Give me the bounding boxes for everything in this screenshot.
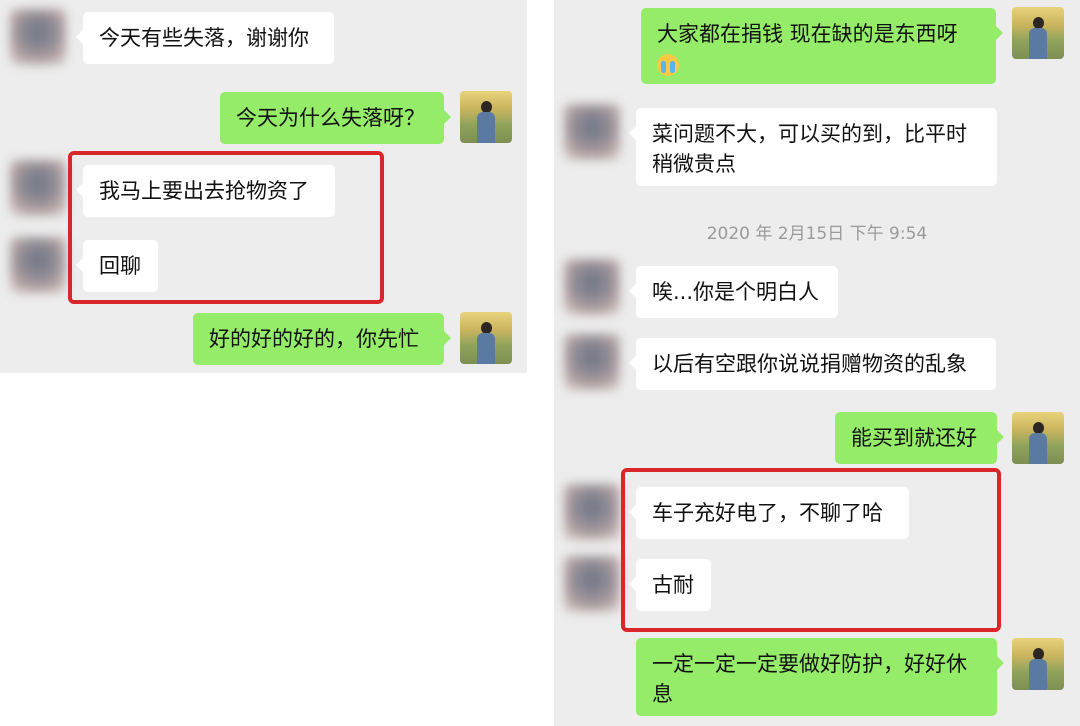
message-text: 今天有些失落，谢谢你: [99, 26, 309, 50]
contact-avatar[interactable]: [10, 160, 66, 216]
contact-avatar[interactable]: [564, 556, 620, 612]
message-text: 一定一定一定要做好防护，好好休息: [652, 652, 967, 706]
contact-avatar[interactable]: [564, 259, 620, 315]
message-text: 今天为什么失落呀？: [236, 106, 425, 130]
message-text: 好的好的好的，你先忙: [209, 327, 419, 351]
left-chat-panel: 今天有些失落，谢谢你 今天为什么失落呀？ 我马上要出去抢物资了 回聊 好的好的好…: [0, 0, 527, 373]
self-avatar[interactable]: [460, 312, 512, 364]
chat-timestamp: 2020 年 2月15日 下午 9:54: [706, 224, 928, 244]
contact-avatar[interactable]: [10, 237, 66, 293]
self-avatar[interactable]: [1012, 412, 1064, 464]
incoming-message[interactable]: 以后有空跟你说说捐赠物资的乱象: [629, 338, 996, 390]
contact-avatar[interactable]: [564, 104, 620, 160]
self-avatar[interactable]: [460, 91, 512, 143]
contact-avatar[interactable]: [10, 9, 66, 65]
incoming-message[interactable]: 今天有些失落，谢谢你: [76, 12, 334, 64]
outgoing-message[interactable]: 大家都在捐钱 现在缺的是东西呀: [641, 8, 1003, 84]
message-text: 以后有空跟你说说捐赠物资的乱象: [652, 352, 967, 376]
highlight-box: [68, 151, 384, 304]
outgoing-message[interactable]: 一定一定一定要做好防护，好好休息: [636, 638, 1004, 716]
contact-avatar[interactable]: [564, 334, 620, 390]
incoming-message[interactable]: 菜问题不大，可以买的到，比平时稍微贵点: [629, 108, 997, 186]
outgoing-message[interactable]: 能买到就还好: [835, 412, 1004, 464]
outgoing-message[interactable]: 今天为什么失落呀？: [220, 92, 451, 144]
self-avatar[interactable]: [1012, 638, 1064, 690]
highlight-box: [621, 468, 1001, 632]
right-chat-panel: 大家都在捐钱 现在缺的是东西呀 菜问题不大，可以买的到，比平时稍微贵点 2020…: [554, 0, 1080, 726]
message-text: 大家都在捐钱 现在缺的是东西呀: [657, 22, 958, 46]
message-text: 唉...你是个明白人: [652, 280, 820, 304]
incoming-message[interactable]: 唉...你是个明白人: [629, 266, 838, 318]
outgoing-message[interactable]: 好的好的好的，你先忙: [193, 313, 451, 365]
contact-avatar[interactable]: [564, 484, 620, 540]
message-text: 菜问题不大，可以买的到，比平时稍微贵点: [652, 122, 967, 176]
message-text: 能买到就还好: [851, 426, 977, 450]
crying-face-icon: [657, 54, 679, 76]
self-avatar[interactable]: [1012, 7, 1064, 59]
